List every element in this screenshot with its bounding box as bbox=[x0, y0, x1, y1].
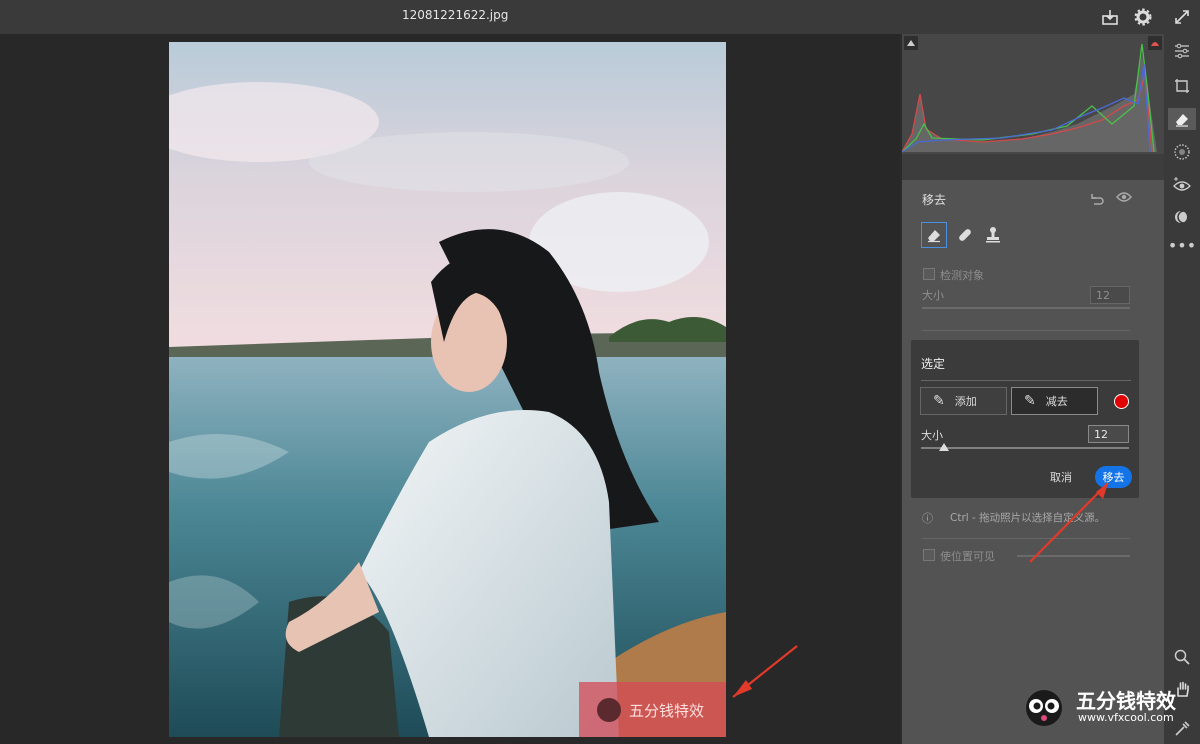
show-spots-label: 使位置可见 bbox=[940, 550, 995, 563]
visibility-eye-icon[interactable] bbox=[1111, 184, 1137, 210]
heal-tool[interactable] bbox=[952, 222, 978, 248]
size-input-disabled: 12 bbox=[1090, 286, 1130, 304]
brand-logo-icon bbox=[1026, 690, 1062, 726]
eraser-tool-icon bbox=[928, 230, 940, 243]
more-icon[interactable]: ••• bbox=[1168, 234, 1196, 256]
subtract-button[interactable]: ✎ 减去 bbox=[1011, 387, 1098, 415]
stamp-icon bbox=[986, 227, 1000, 243]
popup-size-slider[interactable] bbox=[921, 447, 1129, 449]
file-name: 12081221622.jpg bbox=[402, 8, 509, 22]
add-button-label: 添加 bbox=[954, 395, 977, 408]
subtract-button-label: 减去 bbox=[1045, 395, 1068, 408]
detect-objects-label: 检测对象 bbox=[940, 269, 984, 282]
undo-icon[interactable] bbox=[1084, 186, 1110, 212]
mask-icon[interactable] bbox=[1171, 141, 1193, 163]
size-slider-disabled bbox=[922, 307, 1130, 309]
show-spots-checkbox[interactable] bbox=[923, 549, 935, 561]
add-brush-icon: ✎ bbox=[933, 393, 945, 409]
add-button[interactable]: ✎ 添加 bbox=[920, 387, 1007, 415]
zoom-icon[interactable] bbox=[1171, 646, 1193, 668]
photo-watermark: 五分钱特效 bbox=[579, 682, 726, 737]
popup-size-label: 大小 bbox=[921, 429, 943, 442]
show-spots-slider[interactable] bbox=[1017, 555, 1130, 557]
eraser-icon[interactable] bbox=[1168, 108, 1196, 130]
popup-size-input[interactable]: 12 bbox=[1088, 425, 1129, 443]
remove-button[interactable]: 移去 bbox=[1095, 466, 1132, 488]
clone-tool[interactable] bbox=[980, 222, 1006, 248]
download-icon[interactable] bbox=[1099, 6, 1121, 28]
subtract-brush-icon: ✎ bbox=[1024, 393, 1036, 409]
brand-url: www.vfxcool.com bbox=[1078, 711, 1174, 724]
detect-objects-checkbox[interactable] bbox=[923, 268, 935, 280]
popup-divider bbox=[921, 380, 1131, 381]
cancel-button[interactable]: 取消 bbox=[1050, 469, 1072, 485]
photo-watermark-text: 五分钱特效 bbox=[629, 702, 704, 720]
separator bbox=[922, 330, 1130, 331]
sliders-icon[interactable] bbox=[1171, 40, 1193, 62]
separator-2 bbox=[922, 538, 1130, 539]
brand-watermark: 五分钱特效 www.vfxcool.com bbox=[1020, 683, 1185, 733]
section-title: 移去 bbox=[922, 193, 947, 207]
popup-title: 选定 bbox=[921, 357, 946, 371]
tool-sidebar: ••• bbox=[1164, 34, 1200, 744]
remove-brush-tool[interactable] bbox=[921, 222, 947, 248]
brand-name: 五分钱特效 bbox=[1076, 689, 1176, 713]
color-swatch[interactable] bbox=[1114, 394, 1129, 409]
panel-divider bbox=[902, 154, 1164, 180]
histogram bbox=[901, 34, 1164, 154]
crop-icon[interactable] bbox=[1171, 75, 1193, 97]
presets-icon[interactable] bbox=[1171, 206, 1193, 228]
gear-icon[interactable] bbox=[1132, 6, 1154, 28]
size-label-disabled: 大小 bbox=[922, 289, 944, 302]
info-icon: ⓘ bbox=[922, 512, 933, 525]
bandage-icon bbox=[959, 229, 971, 241]
hint-text: Ctrl - 拖动照片以选择自定义源。 bbox=[950, 512, 1106, 524]
image-canvas[interactable]: 五分钱特效 bbox=[0, 34, 900, 744]
photo[interactable]: 五分钱特效 bbox=[169, 42, 726, 737]
title-bar: 12081221622.jpg bbox=[0, 0, 1200, 34]
redeye-icon[interactable] bbox=[1171, 174, 1193, 196]
expand-icon[interactable] bbox=[1171, 6, 1193, 28]
popup-size-slider-thumb[interactable] bbox=[939, 443, 949, 451]
